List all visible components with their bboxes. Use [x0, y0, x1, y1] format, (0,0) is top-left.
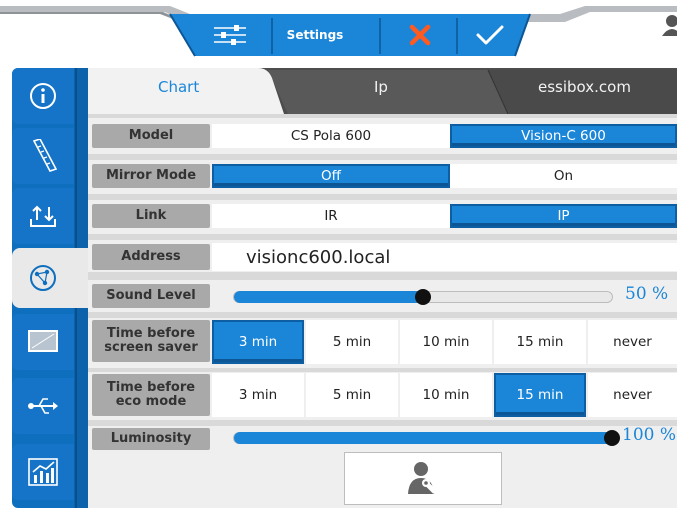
settings-screen: Settings Chart Ip essibox.com Model CS P…: [0, 0, 677, 508]
mirror-mode-label: Mirror Mode: [92, 164, 210, 188]
ruler-icon: [32, 139, 58, 172]
row-separator: [88, 368, 677, 372]
eco-option[interactable]: 10 min: [400, 373, 492, 417]
screensaver-option[interactable]: never: [588, 320, 677, 364]
check-icon: [476, 25, 504, 45]
tab-essibox[interactable]: essibox.com: [538, 78, 631, 96]
address-label: Address: [92, 244, 210, 270]
tab-bar: Chart Ip essibox.com: [88, 68, 677, 114]
cancel-button[interactable]: [398, 14, 442, 56]
mirror-option-off[interactable]: Off: [212, 164, 450, 188]
screensaver-option[interactable]: 5 min: [306, 320, 398, 364]
screensaver-option[interactable]: 15 min: [494, 320, 586, 364]
luminosity-knob[interactable]: [604, 430, 620, 446]
page-title: Settings: [286, 28, 344, 42]
mirror-option-on[interactable]: On: [450, 164, 677, 188]
usb-icon: [28, 398, 58, 414]
address-field[interactable]: visionc600.local: [212, 243, 677, 271]
screensaver-option[interactable]: 3 min: [212, 320, 304, 364]
model-label: Model: [92, 124, 210, 148]
sidebar-item-ruler[interactable]: [12, 128, 74, 184]
eco-option[interactable]: never: [588, 373, 677, 417]
sidebar-item-display[interactable]: [12, 314, 74, 370]
eco-option[interactable]: 3 min: [212, 373, 304, 417]
row-separator: [88, 272, 677, 280]
row-separator: [88, 194, 677, 200]
statistics-icon: [28, 458, 58, 486]
screensaver-label: Time before screen saver: [92, 320, 210, 362]
link-option-ip[interactable]: IP: [450, 204, 677, 228]
sound-level-value: 50 %: [625, 284, 669, 304]
filters-button[interactable]: [205, 14, 255, 56]
sidebar-item-statistics[interactable]: [12, 444, 74, 500]
row-separator: [88, 114, 677, 118]
close-icon: [409, 24, 431, 46]
user-wrench-icon: [408, 461, 437, 494]
tab-chart[interactable]: Chart: [158, 78, 199, 96]
tab-ip[interactable]: Ip: [374, 78, 388, 96]
top-bar: Settings: [0, 0, 677, 64]
luminosity-value: 100 %: [622, 425, 677, 445]
link-option-ir[interactable]: IR: [212, 204, 450, 228]
confirm-button[interactable]: [466, 14, 514, 56]
sidebar-item-transfer[interactable]: [12, 188, 74, 244]
eco-option[interactable]: 15 min: [494, 373, 586, 417]
user-icon: [662, 15, 677, 36]
service-user-button[interactable]: [344, 452, 502, 505]
sidebar: [12, 68, 92, 508]
screensaver-option[interactable]: 10 min: [400, 320, 492, 364]
sidebar-item-info[interactable]: [12, 68, 74, 124]
row-separator: [88, 154, 677, 160]
sound-level-knob[interactable]: [415, 289, 431, 305]
info-icon: [30, 83, 56, 109]
sound-level-slider[interactable]: [233, 289, 613, 305]
model-option-cs-pola[interactable]: CS Pola 600: [212, 124, 450, 148]
upload-download-icon: [30, 205, 56, 227]
model-option-vision-c[interactable]: Vision-C 600: [450, 124, 677, 148]
sidebar-item-usb[interactable]: [12, 378, 74, 434]
network-icon: [30, 265, 56, 291]
main-panel: Chart Ip essibox.com Model CS Pola 600 V…: [88, 68, 677, 508]
sound-level-fill: [234, 291, 423, 303]
eco-mode-label: Time before eco mode: [92, 374, 210, 416]
row-separator: [88, 234, 677, 240]
row-separator: [88, 312, 677, 318]
address-value: visionc600.local: [246, 246, 391, 268]
sliders-icon: [214, 25, 246, 45]
eco-option[interactable]: 5 min: [306, 373, 398, 417]
sound-level-label: Sound Level: [92, 284, 210, 308]
display-icon: [28, 330, 58, 352]
sidebar-item-network[interactable]: [12, 248, 92, 308]
luminosity-fill: [234, 432, 612, 444]
luminosity-slider[interactable]: [233, 430, 620, 446]
user-button[interactable]: [660, 14, 677, 36]
link-label: Link: [92, 204, 210, 228]
luminosity-label: Luminosity: [92, 428, 210, 450]
row-separator: [88, 420, 677, 426]
